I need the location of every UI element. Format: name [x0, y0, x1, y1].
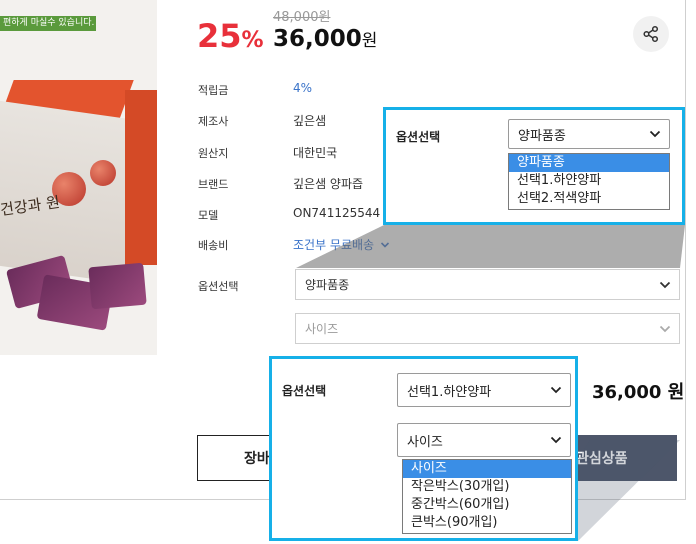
- zoom-callout-variety: 옵션선택 양파품종 양파품종 선택1.하얀양파 선택2.적색양파: [383, 107, 685, 225]
- dropdown-option[interactable]: 작은박스(30개입): [403, 478, 571, 496]
- dropdown-option[interactable]: 선택2.적색양파: [509, 190, 669, 208]
- zoom-callout-size: 옵션선택 선택1.하얀양파 사이즈 사이즈 작은박스(30개입) 중간박스(60…: [269, 356, 578, 541]
- dropdown-option[interactable]: 선택1.하얀양파: [509, 172, 669, 190]
- dropdown-option[interactable]: 중간박스(60개입): [403, 496, 571, 514]
- callout-select-variety[interactable]: 양파품종: [508, 119, 670, 149]
- callout-option-label: 옵션선택: [282, 384, 327, 398]
- variety-dropdown-list: 양파품종 선택1.하얀양파 선택2.적색양파: [508, 153, 670, 210]
- total-price: 36,000 원: [592, 382, 685, 403]
- callout-select-size[interactable]: 사이즈: [397, 423, 571, 457]
- dropdown-option[interactable]: 양파품종: [509, 154, 669, 172]
- callout-select-variety[interactable]: 선택1.하얀양파: [397, 373, 571, 407]
- dropdown-option[interactable]: 사이즈: [403, 460, 571, 478]
- callout-option-label: 옵션선택: [396, 130, 441, 144]
- chevron-down-icon: [550, 436, 562, 444]
- dropdown-option[interactable]: 큰박스(90개입): [403, 514, 571, 532]
- chevron-down-icon: [649, 130, 661, 138]
- size-dropdown-list: 사이즈 작은박스(30개입) 중간박스(60개입) 큰박스(90개입): [402, 459, 572, 534]
- chevron-down-icon: [550, 386, 562, 394]
